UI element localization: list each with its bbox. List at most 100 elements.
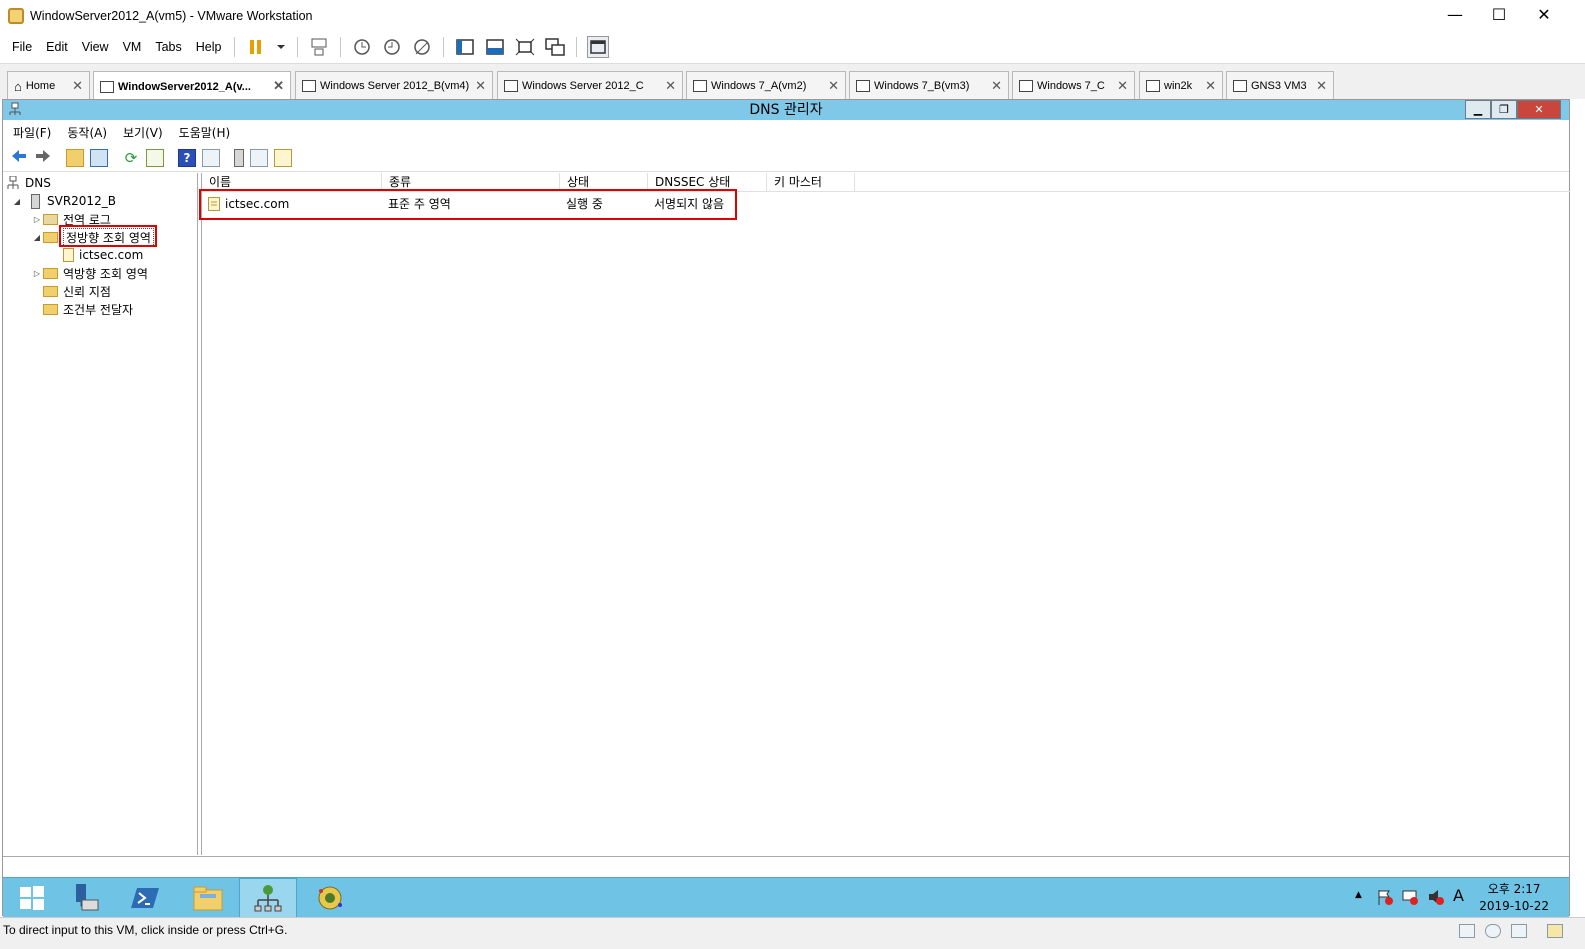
- help-icon[interactable]: ?: [178, 148, 196, 167]
- zone-records-icon[interactable]: [274, 148, 292, 167]
- mmc-close-button[interactable]: ✕: [1517, 100, 1561, 119]
- menu-tabs[interactable]: Tabs: [148, 40, 188, 54]
- menu-vm[interactable]: VM: [116, 40, 149, 54]
- collapse-arrow-icon[interactable]: ◢: [31, 233, 43, 242]
- expand-arrow-icon[interactable]: ▷: [31, 215, 43, 224]
- show-hidden-icons-icon[interactable]: ▲: [1355, 890, 1362, 900]
- minimize-button[interactable]: —: [1432, 4, 1478, 26]
- menu-help[interactable]: Help: [189, 40, 229, 54]
- menu-edit[interactable]: Edit: [39, 40, 75, 54]
- mmc-restore-button[interactable]: ❐: [1491, 100, 1517, 119]
- network-adapter-icon[interactable]: [1511, 924, 1527, 938]
- show-hide-console-tree-icon[interactable]: [90, 148, 108, 167]
- menu-view[interactable]: View: [75, 40, 116, 54]
- mmc-toolbar: ⟳ ?: [3, 144, 1569, 172]
- console-view-icon[interactable]: [587, 36, 610, 58]
- snapshot-take-icon[interactable]: [351, 36, 373, 58]
- vm-icon: [1146, 80, 1160, 92]
- properties-icon[interactable]: [202, 148, 220, 167]
- toolbar-separator: [340, 37, 342, 57]
- taskbar-server-manager[interactable]: [57, 878, 115, 918]
- list-icon[interactable]: [250, 148, 268, 167]
- mmc-menu-file[interactable]: 파일(F): [5, 124, 59, 141]
- vm-icon: [302, 80, 316, 92]
- tab-windows-7-a[interactable]: Windows 7_A(vm2) ✕: [686, 71, 846, 100]
- volume-icon[interactable]: [1427, 888, 1445, 909]
- taskbar-dns-manager[interactable]: [239, 878, 297, 918]
- refresh-icon[interactable]: ⟳: [122, 149, 140, 167]
- tree-node-server[interactable]: ◢ SVR2012_B: [11, 192, 116, 210]
- pause-icon[interactable]: [245, 36, 267, 58]
- tab-gns3-vm3[interactable]: GNS3 VM3 ✕: [1226, 71, 1334, 100]
- start-button[interactable]: [3, 878, 61, 918]
- close-icon[interactable]: ✕: [665, 78, 676, 94]
- up-folder-icon[interactable]: [66, 148, 84, 167]
- tree-node-reverse-lookup-zones[interactable]: ▷ 역방향 조회 영역: [31, 264, 148, 282]
- expand-arrow-icon[interactable]: ▷: [31, 269, 43, 278]
- close-icon[interactable]: ✕: [1117, 78, 1128, 94]
- tab-windows-server-2012-b[interactable]: Windows Server 2012_B(vm4) ✕: [295, 71, 493, 100]
- column-header-key-master[interactable]: 키 마스터: [767, 173, 855, 192]
- ime-indicator[interactable]: A: [1453, 886, 1464, 905]
- close-icon[interactable]: ✕: [273, 78, 284, 94]
- highlight-box: [199, 189, 737, 220]
- maximize-button[interactable]: ☐: [1476, 4, 1522, 26]
- close-button[interactable]: ✕: [1521, 4, 1567, 26]
- close-icon[interactable]: ✕: [72, 78, 83, 94]
- hard-disk-icon[interactable]: [1459, 924, 1475, 938]
- mmc-menu-view[interactable]: 보기(V): [115, 124, 171, 141]
- collapse-arrow-icon[interactable]: ◢: [11, 197, 23, 206]
- close-icon[interactable]: ✕: [1205, 78, 1216, 94]
- server-manager-icon: [76, 884, 99, 911]
- chevron-down-icon[interactable]: [275, 36, 287, 58]
- mmc-menu-help[interactable]: 도움말(H): [171, 124, 239, 141]
- taskbar-powershell[interactable]: [117, 878, 175, 918]
- action-center-icon[interactable]: [1376, 888, 1394, 909]
- folder-icon: [43, 267, 58, 279]
- close-icon[interactable]: ✕: [1316, 78, 1327, 94]
- send-ctrl-alt-del-icon[interactable]: [308, 36, 330, 58]
- taskbar-other-app[interactable]: [301, 878, 359, 918]
- tree-node-trust-points[interactable]: 신뢰 지점: [43, 282, 111, 300]
- mmc-menubar: 파일(F) 동작(A) 보기(V) 도움말(H): [3, 120, 1569, 144]
- taskbar-clock[interactable]: 오후 2:17 2019-10-22: [1479, 881, 1549, 915]
- tree-node-conditional-forwarders[interactable]: 조건부 전달자: [43, 300, 133, 318]
- vm-icon: [504, 80, 518, 92]
- snapshot-revert-icon[interactable]: [381, 36, 403, 58]
- network-icon[interactable]: [1401, 888, 1419, 909]
- unity-icon[interactable]: [544, 36, 566, 58]
- folder-icon: [193, 886, 223, 911]
- tab-win2k[interactable]: win2k ✕: [1139, 71, 1223, 100]
- tab-home[interactable]: ⌂ Home ✕: [7, 71, 90, 100]
- taskbar-file-explorer[interactable]: [179, 878, 237, 918]
- guest-taskbar: ▲ A 오후 2:17 2019-10-22: [3, 877, 1569, 918]
- tab-windowserver2012-a[interactable]: WindowServer2012_A(v... ✕: [93, 71, 291, 101]
- export-list-icon[interactable]: [146, 148, 164, 167]
- close-icon[interactable]: ✕: [991, 78, 1002, 94]
- tab-windows-7-b[interactable]: Windows 7_B(vm3) ✕: [849, 71, 1009, 100]
- server-icon[interactable]: [234, 148, 244, 167]
- message-log-icon[interactable]: [1547, 924, 1563, 938]
- tab-windows-7-c[interactable]: Windows 7_C ✕: [1012, 71, 1135, 100]
- mmc-menu-action[interactable]: 동작(A): [59, 124, 115, 141]
- dns-manager-icon: [254, 885, 282, 912]
- mmc-minimize-button[interactable]: ▁: [1465, 100, 1491, 119]
- close-icon[interactable]: ✕: [828, 78, 839, 94]
- toolbar-separator: [443, 37, 445, 57]
- menu-file[interactable]: File: [5, 40, 39, 54]
- snapshot-manager-icon[interactable]: [411, 36, 433, 58]
- forward-icon[interactable]: [34, 147, 52, 168]
- show-thumbnail-bar-icon[interactable]: [484, 36, 506, 58]
- cd-dvd-icon[interactable]: [1485, 924, 1501, 938]
- back-icon[interactable]: [10, 147, 28, 168]
- close-icon[interactable]: ✕: [475, 78, 486, 94]
- show-library-icon[interactable]: [454, 36, 476, 58]
- tree-node-dns[interactable]: DNS: [7, 174, 51, 192]
- dns-icon: [7, 175, 19, 190]
- tab-label: WindowServer2012_A(v...: [118, 80, 251, 93]
- guest-screen[interactable]: DNS 관리자 ▁ ❐ ✕ 파일(F) 동작(A) 보기(V) 도움말(H) ⟳…: [2, 99, 1570, 918]
- tab-windows-server-2012-c[interactable]: Windows Server 2012_C ✕: [497, 71, 683, 100]
- toolbar-separator: [234, 37, 236, 57]
- full-screen-icon[interactable]: [514, 36, 536, 58]
- tree-node-zone-ictsec[interactable]: ictsec.com: [63, 246, 143, 264]
